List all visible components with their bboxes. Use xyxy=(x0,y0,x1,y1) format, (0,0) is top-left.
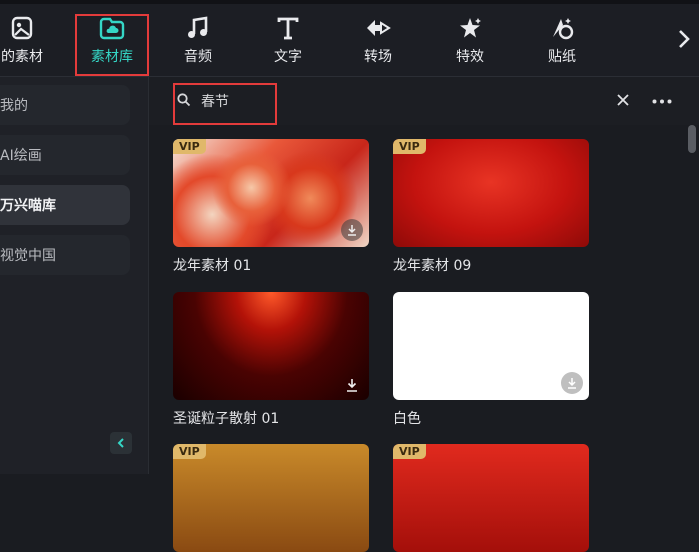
asset-title: 龙年素材 09 xyxy=(393,258,472,274)
tab-my-assets[interactable]: 的素材 xyxy=(0,10,48,72)
tab-label: 的素材 xyxy=(1,49,43,65)
scrollbar-thumb[interactable] xyxy=(688,125,696,153)
asset-thumbnail[interactable]: VIP xyxy=(173,139,369,247)
asset-title: 圣诞粒子散射 01 xyxy=(173,411,280,427)
sidebar-item-visual-china[interactable]: 视觉中国 xyxy=(0,235,130,275)
music-note-icon xyxy=(184,14,212,42)
effects-icon xyxy=(456,14,484,42)
chevron-left-icon xyxy=(117,438,124,448)
more-options-icon[interactable] xyxy=(652,99,672,104)
tab-label: 音频 xyxy=(184,49,212,65)
transition-icon xyxy=(364,14,392,42)
asset-thumbnail[interactable] xyxy=(393,292,589,400)
vip-badge: VIP xyxy=(393,139,426,154)
asset-title: 龙年素材 01 xyxy=(173,258,252,274)
sidebar-item-wondershare-library[interactable]: 万兴喵库 xyxy=(0,185,130,225)
tab-audio[interactable]: 音频 xyxy=(178,10,218,72)
asset-card[interactable]: VIP xyxy=(393,444,589,552)
sidebar-item-label: 我的 xyxy=(0,98,28,114)
sidebar-item-label: 万兴喵库 xyxy=(0,198,56,214)
download-icon[interactable] xyxy=(561,372,583,394)
title-strip xyxy=(0,0,699,4)
tab-label: 转场 xyxy=(364,49,392,65)
sidebar: 我的 AI绘画 万兴喵库 视觉中国 xyxy=(0,77,149,474)
asset-thumbnail[interactable]: VIP xyxy=(393,444,589,552)
asset-card[interactable]: VIP 龙年素材 09 xyxy=(393,139,589,275)
sidebar-item-mine[interactable]: 我的 xyxy=(0,85,130,125)
sidebar-item-ai-painting[interactable]: AI绘画 xyxy=(0,135,130,175)
search-highlight-box xyxy=(173,83,277,125)
tab-effects[interactable]: 特效 xyxy=(450,10,490,72)
vip-badge: VIP xyxy=(393,444,426,459)
tab-highlight-box xyxy=(75,14,149,76)
tab-label: 贴纸 xyxy=(548,49,576,65)
sidebar-item-label: AI绘画 xyxy=(0,148,42,164)
tab-text[interactable]: 文字 xyxy=(268,10,308,72)
asset-card[interactable]: VIP 龙年素材 01 xyxy=(173,139,369,275)
text-icon xyxy=(274,14,302,42)
tab-label: 特效 xyxy=(456,49,484,65)
asset-thumbnail[interactable]: VIP xyxy=(393,139,589,247)
asset-thumbnail[interactable]: VIP xyxy=(173,444,369,552)
chevron-right-icon[interactable] xyxy=(677,28,691,50)
asset-card[interactable]: 白色 xyxy=(393,292,589,428)
vip-badge: VIP xyxy=(173,139,206,154)
search-bar xyxy=(149,77,699,125)
download-icon[interactable] xyxy=(345,378,359,392)
asset-card[interactable]: VIP xyxy=(173,444,369,552)
sidebar-item-label: 视觉中国 xyxy=(0,248,56,264)
asset-card[interactable]: 圣诞粒子散射 01 xyxy=(173,292,369,428)
top-toolbar: 的素材 素材库 音频 文字 转场 特效 贴纸 xyxy=(0,0,699,77)
collapse-sidebar-button[interactable] xyxy=(110,432,132,454)
download-icon[interactable] xyxy=(341,219,363,241)
vip-badge: VIP xyxy=(173,444,206,459)
sticker-icon xyxy=(548,14,576,42)
my-assets-icon xyxy=(8,14,36,42)
asset-title: 白色 xyxy=(393,411,421,427)
asset-thumbnail[interactable] xyxy=(173,292,369,400)
tab-stickers[interactable]: 贴纸 xyxy=(542,10,582,72)
tab-label: 文字 xyxy=(274,49,302,65)
tab-transitions[interactable]: 转场 xyxy=(358,10,398,72)
close-icon[interactable] xyxy=(616,93,630,107)
